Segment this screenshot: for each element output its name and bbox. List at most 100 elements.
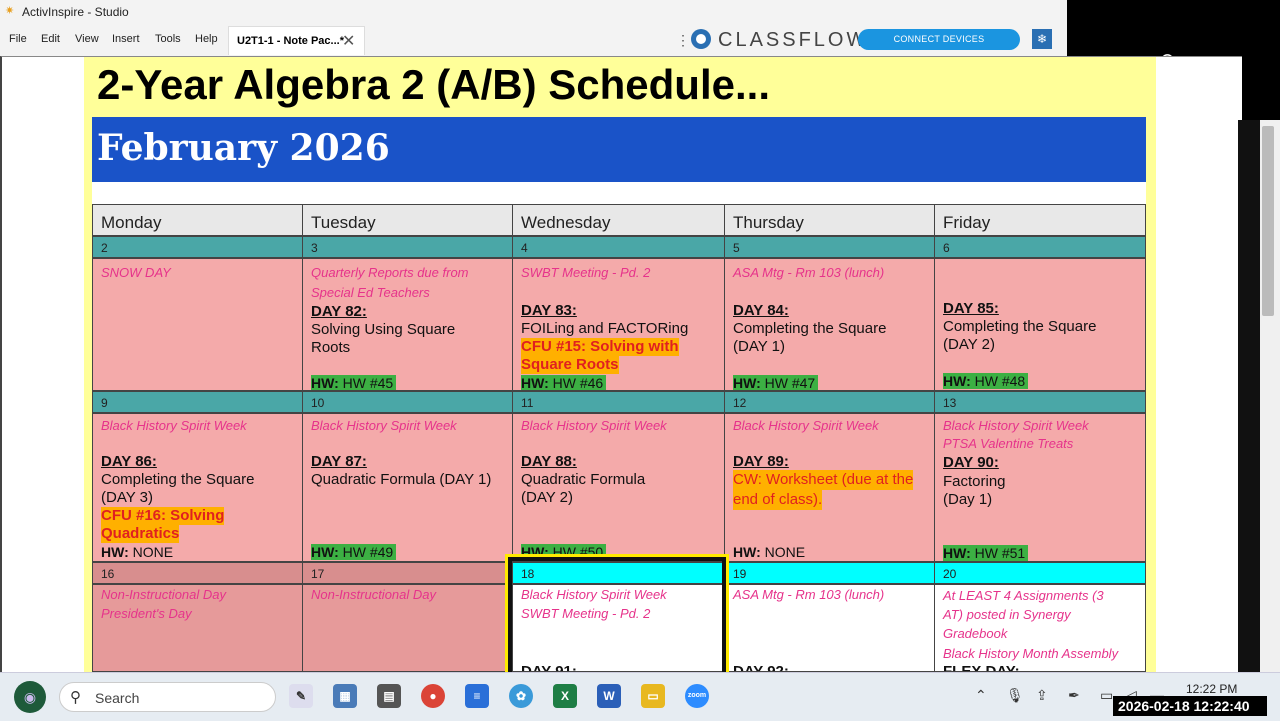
event-text: At LEAST 4 Assignments (3 (943, 588, 1104, 603)
lesson-title: Completing the Square (101, 471, 255, 488)
chevron-up-icon[interactable]: ⌃ (975, 687, 987, 704)
homework-badge: HW: HW #47 (733, 375, 819, 390)
search-placeholder: Search (95, 690, 140, 706)
day-number: DAY 86: (101, 453, 157, 470)
day-cell-feb-5: ASA Mtg - Rm 103 (lunch) DAY 84: Complet… (724, 258, 935, 391)
date-cell: 3 (302, 236, 513, 258)
classwork-highlight: end of class). (733, 490, 823, 510)
calendar-spacer (92, 182, 1146, 204)
date-cell: 11 (512, 391, 725, 413)
day-cell-feb-10: Black History Spirit Week DAY 87: Quadra… (302, 413, 513, 562)
homework-badge: HW: HW #46 (521, 375, 607, 390)
chrome-app-icon[interactable]: ● (421, 684, 445, 708)
day-number: FLEX DAY: (943, 663, 1020, 672)
share-icon[interactable]: ⇪ (1036, 687, 1048, 704)
event-text: SNOW DAY (101, 265, 171, 280)
day-cell-feb-6: DAY 85: Completing the Square (DAY 2) HW… (934, 258, 1146, 391)
day-number: DAY 82: (311, 303, 367, 320)
lesson-title: (DAY 3) (101, 489, 153, 506)
menu-file[interactable]: File (9, 33, 27, 45)
date-cell: 20 (934, 562, 1146, 584)
close-tab-icon[interactable]: ✕ (342, 31, 355, 51)
month-banner: February 2026 (92, 117, 1146, 182)
date-cell: 5 (724, 236, 935, 258)
event-text: Black History Spirit Week (733, 418, 879, 433)
classflow-logo-icon (691, 29, 711, 49)
header-friday: Friday (934, 204, 1146, 236)
event-text: President's Day (101, 606, 192, 621)
header-thursday: Thursday (724, 204, 935, 236)
event-text: Non-Instructional Day (311, 587, 436, 602)
search-box[interactable]: ⚲ Search (59, 682, 276, 712)
lesson-title: Roots (311, 339, 351, 356)
day-cell-feb-19: ASA Mtg - Rm 103 (lunch) DAY 92: (724, 584, 935, 672)
date-cell: 2 (92, 236, 303, 258)
lesson-title: FOILing and FACTORing (521, 320, 689, 337)
event-text: ASA Mtg - Rm 103 (lunch) (733, 265, 885, 280)
document-tab[interactable]: U2T1-1 - Note Pac...* ✕ (228, 26, 365, 55)
lesson-title: (DAY 2) (521, 489, 573, 506)
canvas-gutter (1238, 120, 1260, 672)
event-text: Black History Spirit Week (311, 418, 457, 433)
event-text: Non-Instructional Day (101, 587, 226, 602)
notepad-app-icon[interactable]: ≡ (465, 684, 489, 708)
lesson-title: (DAY 2) (943, 336, 995, 353)
lesson-title: Completing the Square (943, 318, 1097, 335)
date-cell: 4 (512, 236, 725, 258)
connect-devices-button[interactable]: CONNECT DEVICES (858, 29, 1020, 50)
menu-edit[interactable]: Edit (41, 33, 60, 45)
event-text: PTSA Valentine Treats (943, 436, 1074, 451)
homework-badge: HW: HW #48 (943, 373, 1029, 389)
day-cell-feb-11: Black History Spirit Week DAY 88: Quadra… (512, 413, 725, 562)
taskbar: ◉ ⚲ Search ✎ ▦ ▤ ● ≡ ✿ X W ▭ zoom ⌃ 🎙 ⇪ … (0, 672, 1280, 721)
slide-title: 2-Year Algebra 2 (A/B) Schedule... (97, 61, 770, 108)
window-titlebar: ✷ ActivInspire - Studio (0, 0, 1067, 24)
lesson-title: Quadratic Formula (521, 471, 646, 488)
cfu-highlight: Quadratics (101, 525, 180, 543)
network-icon[interactable]: ▭ (1100, 687, 1113, 704)
event-text: Black History Spirit Week (101, 418, 247, 433)
word-app-icon[interactable]: W (597, 684, 621, 708)
menu-tools[interactable]: Tools (155, 33, 181, 45)
calculator-app-icon[interactable]: ▤ (377, 684, 401, 708)
more-options-icon[interactable]: ⋮ (676, 32, 690, 49)
header-monday: Monday (92, 204, 303, 236)
microphone-icon[interactable]: 🎙 (1006, 687, 1024, 704)
classwork-highlight: CW: Worksheet (due at the (733, 470, 914, 490)
lesson-title: (DAY 1) (733, 338, 785, 355)
clock-time[interactable]: 12:22 PM (1186, 682, 1237, 696)
date-cell: 10 (302, 391, 513, 413)
header-tuesday: Tuesday (302, 204, 513, 236)
date-cell: 9 (92, 391, 303, 413)
lesson-title: Factoring (943, 473, 1006, 490)
event-text: ASA Mtg - Rm 103 (lunch) (733, 587, 885, 602)
cfu-highlight: CFU #16: Solving (101, 507, 225, 525)
menu-help[interactable]: Help (195, 33, 218, 45)
lesson-title: Solving Using Square (311, 321, 456, 338)
event-text: Quarterly Reports due from (311, 265, 469, 280)
activinspire-icon: ✷ (5, 5, 15, 17)
cfu-highlight: CFU #15: Solving with (521, 338, 679, 356)
lesson-title: (Day 1) (943, 491, 993, 508)
day-cell-feb-17: Non-Instructional Day (302, 584, 513, 672)
event-text: AT) posted in Synergy (943, 607, 1071, 622)
file-explorer-icon[interactable]: ▭ (641, 684, 665, 708)
day-number: DAY 89: (733, 453, 789, 470)
excel-app-icon[interactable]: X (553, 684, 577, 708)
menu-insert[interactable]: Insert (112, 33, 140, 45)
homework-text: HW: NONE (101, 544, 174, 560)
pen-app-icon[interactable]: ✎ (289, 684, 313, 708)
event-text: Black History Spirit Week (521, 418, 667, 433)
activinspire-app-icon[interactable]: ▦ (333, 684, 357, 708)
day-cell-feb-2: SNOW DAY (92, 258, 303, 391)
menu-view[interactable]: View (75, 33, 99, 45)
event-text: Black History Spirit Week (943, 418, 1089, 433)
start-icon[interactable]: ◉ (14, 681, 46, 713)
settings-grid-icon[interactable]: ❄ (1032, 29, 1052, 49)
pen-tray-icon[interactable]: ✒ (1068, 687, 1080, 704)
paint-app-icon[interactable]: ✿ (509, 684, 533, 708)
homework-text: HW: NONE (733, 544, 806, 560)
zoom-app-icon[interactable]: zoom (685, 684, 709, 708)
recording-timestamp: 2026-02-18 12:22:40 (1113, 696, 1267, 716)
scrollbar-thumb[interactable] (1262, 126, 1274, 316)
